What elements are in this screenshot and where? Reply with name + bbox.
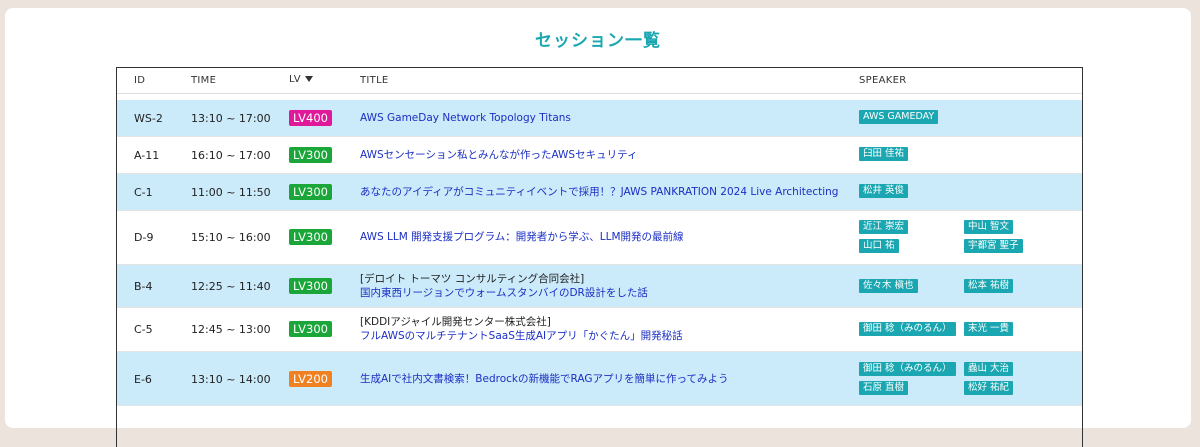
speaker-tag: 石原 直樹 [859, 381, 909, 395]
session-title-link[interactable]: あなたのアイディアがコミュニティイベントで採用！？JAWS PANKRATION… [360, 185, 838, 199]
speaker-tag: 松井 英俊 [859, 184, 909, 198]
session-time: 12:25 ~ 11:40 [191, 280, 271, 293]
session-id: A-11 [134, 149, 160, 162]
table-row: E-6 13:10 ~ 14:00 LV200 生成AIで社内文書検索！Bedr… [117, 352, 1082, 406]
level-badge: LV300 [289, 184, 332, 200]
session-title: AWS LLM 開発支援プログラム：開発者から学ぶ、LLM開発の最前線 [360, 231, 684, 243]
speaker-tag: 末光 一貴 [964, 322, 1014, 336]
session-title-link[interactable]: AWS GameDay Network Topology Titans [360, 111, 571, 125]
table-header-row: ID TIME LV TITLE SPEAKER [117, 68, 1082, 94]
speaker-tag: 佐々木 槇也 [859, 279, 918, 293]
header-speaker[interactable]: SPEAKER [859, 75, 906, 86]
speaker-tag: 御田 稔（みのるん） [859, 362, 956, 376]
speaker-tag: 御田 稔（みのるん） [859, 322, 956, 336]
session-id: E-6 [134, 373, 152, 386]
session-time: 16:10 ~ 17:00 [191, 149, 271, 162]
header-lv-sort[interactable]: LV [289, 74, 313, 85]
table-row: A-11 16:10 ~ 17:00 LV300 AWSセンセーション私とみんな… [117, 137, 1082, 174]
table-row: C-5 12:45 ~ 13:00 LV300 [KDDIアジャイル開発センター… [117, 308, 1082, 352]
speaker-tag: 松好 祐紀 [964, 381, 1014, 395]
level-badge: LV300 [289, 229, 332, 245]
session-org: [KDDIアジャイル開発センター株式会社] [360, 316, 551, 328]
session-list-card: セッション一覧 ID TIME LV TITLE SPEAKER WS-2 13… [5, 8, 1191, 447]
speaker-tag: 中山 智文 [964, 220, 1014, 234]
session-id: B-4 [134, 280, 153, 293]
session-time: 12:45 ~ 13:00 [191, 323, 271, 336]
sort-desc-icon[interactable] [304, 76, 313, 82]
session-title-link[interactable]: 生成AIで社内文書検索！Bedrockの新機能でRAGアプリを簡単に作ってみよう [360, 372, 728, 386]
session-time: 13:10 ~ 14:00 [191, 373, 271, 386]
speaker-tag: 山口 祐 [859, 239, 899, 253]
session-title-link[interactable]: AWSセンセーション私とみんなが作ったAWSセキュリティ [360, 148, 637, 162]
session-title: あなたのアイディアがコミュニティイベントで採用！？JAWS PANKRATION… [360, 186, 839, 198]
table-row: D-9 15:10 ~ 16:00 LV300 AWS LLM 開発支援プログラ… [117, 211, 1082, 265]
header-lv-label: LV [289, 74, 301, 85]
session-title-link[interactable]: [デロイト トーマツ コンサルティング合同会社] 国内東西リージョンでウォームス… [360, 272, 648, 300]
speaker-tag: 臼田 佳祐 [859, 147, 909, 161]
session-title-link[interactable]: AWS LLM 開発支援プログラム：開発者から学ぶ、LLM開発の最前線 [360, 230, 684, 244]
table-row: C-1 11:00 ~ 11:50 LV300 あなたのアイディアがコミュニティ… [117, 174, 1082, 211]
session-time: 13:10 ~ 17:00 [191, 112, 271, 125]
header-time[interactable]: TIME [191, 75, 216, 86]
table-row [117, 406, 1082, 446]
level-badge: LV400 [289, 110, 332, 126]
level-badge: LV300 [289, 278, 332, 294]
session-id: C-1 [134, 186, 153, 199]
level-badge: LV300 [289, 321, 332, 337]
level-badge: LV300 [289, 147, 332, 163]
session-title-link[interactable]: [KDDIアジャイル開発センター株式会社] フルAWSのマルチテナントSaaS生… [360, 315, 683, 343]
session-title: 生成AIで社内文書検索！Bedrockの新機能でRAGアプリを簡単に作ってみよう [360, 373, 729, 385]
table-row: B-4 12:25 ~ 11:40 LV300 [デロイト トーマツ コンサルテ… [117, 265, 1082, 308]
speaker-tag: 宇都宮 聖子 [964, 239, 1023, 253]
level-badge: LV200 [289, 371, 332, 387]
session-table: ID TIME LV TITLE SPEAKER WS-2 13:10 ~ 17… [116, 67, 1083, 447]
session-id: WS-2 [134, 112, 163, 125]
session-org: [デロイト トーマツ コンサルティング合同会社] [360, 273, 585, 285]
session-title: AWS GameDay Network Topology Titans [360, 112, 571, 124]
page-title: セッション一覧 [535, 31, 661, 51]
session-time: 15:10 ~ 16:00 [191, 231, 271, 244]
session-id: D-9 [134, 231, 154, 244]
session-time: 11:00 ~ 11:50 [191, 186, 271, 199]
speaker-tag: AWS GAMEDAY [859, 110, 939, 124]
header-title[interactable]: TITLE [360, 75, 389, 86]
speaker-tag: 近江 崇宏 [859, 220, 909, 234]
session-id: C-5 [134, 323, 153, 336]
session-title: 国内東西リージョンでウォームスタンバイのDR設計をした話 [360, 287, 648, 299]
session-title: AWSセンセーション私とみんなが作ったAWSセキュリティ [360, 149, 638, 161]
table-row: WS-2 13:10 ~ 17:00 LV400 AWS GameDay Net… [117, 100, 1082, 137]
session-title: フルAWSのマルチテナントSaaS生成AIアプリ「かぐたん」開発秘話 [360, 330, 683, 342]
speaker-tag: 蟲山 大治 [964, 362, 1014, 376]
speaker-tag: 松本 祐樹 [964, 279, 1014, 293]
header-id[interactable]: ID [134, 75, 145, 86]
